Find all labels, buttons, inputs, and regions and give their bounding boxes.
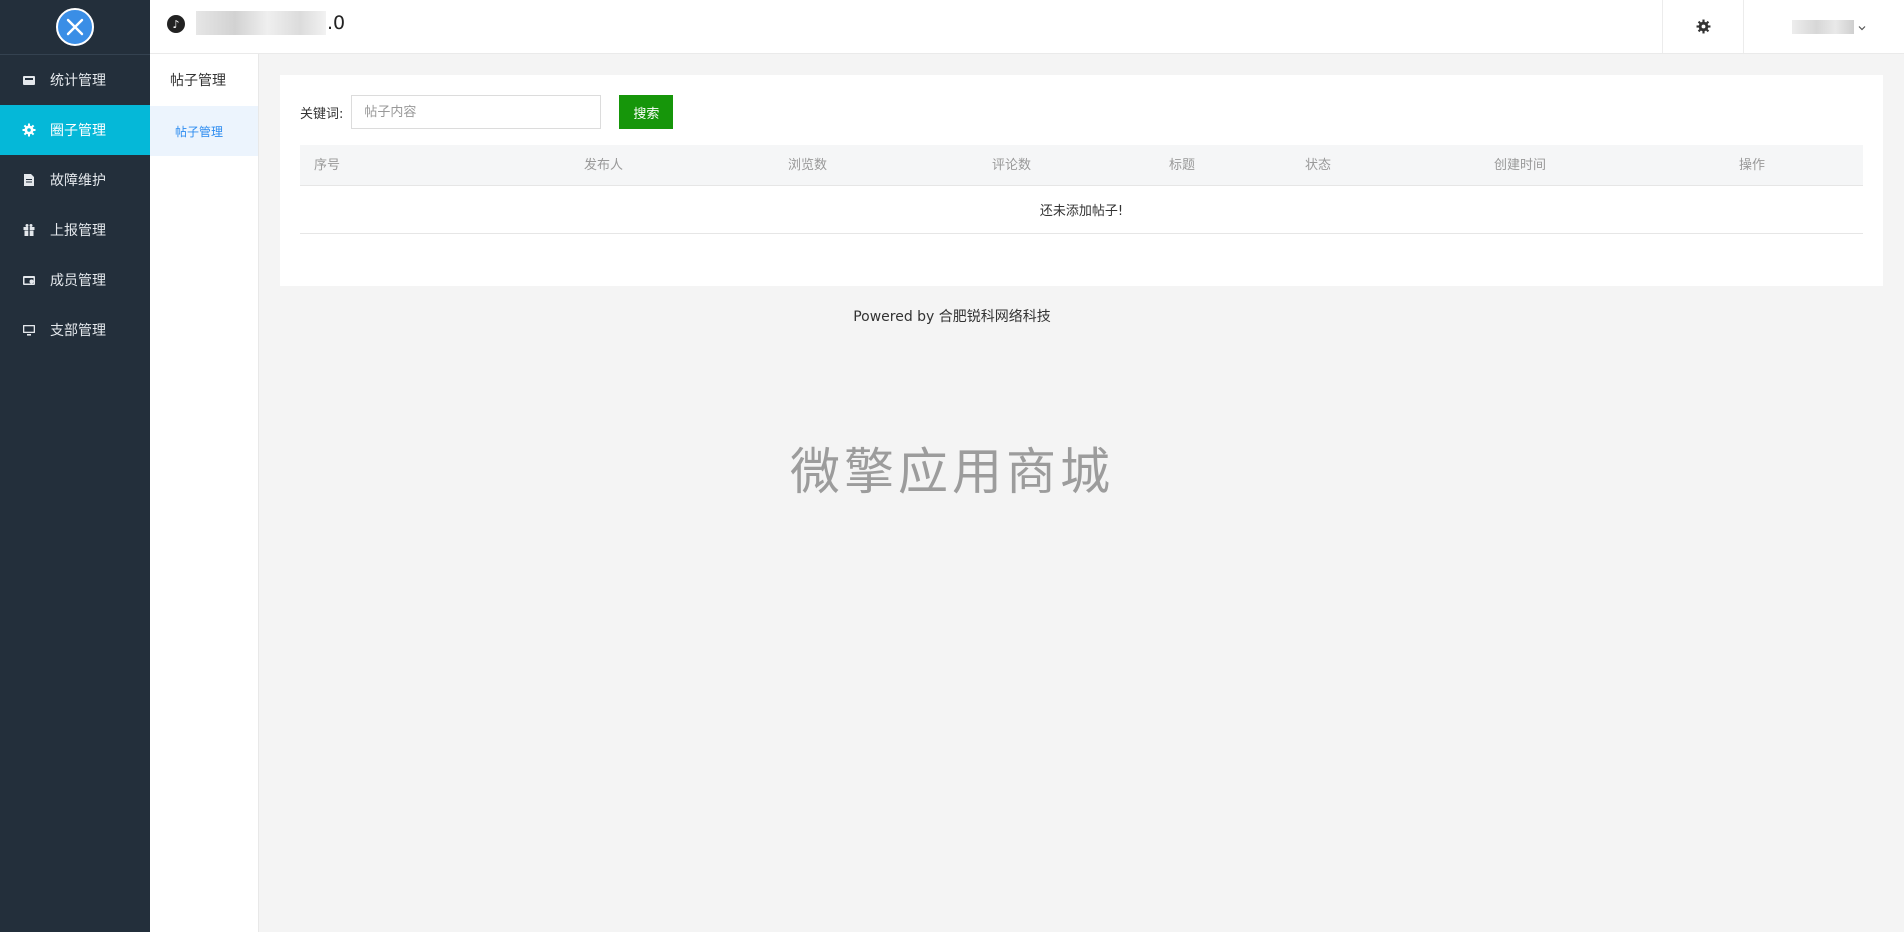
main-sidebar: 统计管理 圈子管理 故障维护 上报管理 成员管理 支部管理 bbox=[0, 0, 150, 932]
gear-icon bbox=[1696, 19, 1710, 34]
search-bar: 关键词: 搜索 bbox=[300, 95, 674, 129]
sidebar-item-circle[interactable]: 圈子管理 bbox=[0, 105, 150, 155]
redacted-title bbox=[196, 11, 326, 35]
sidebar-item-label: 圈子管理 bbox=[50, 123, 106, 139]
sidebar-item-fault[interactable]: 故障维护 bbox=[0, 155, 150, 205]
settings-button[interactable] bbox=[1662, 0, 1744, 53]
sub-sidebar-item-posts[interactable]: 帖子管理 bbox=[150, 106, 258, 156]
empty-state-text: 还未添加帖子! bbox=[1039, 204, 1124, 219]
column-header-title: 标题 bbox=[1169, 158, 1196, 173]
content-panel: 关键词: 搜索 序号 发布人 浏览数 评论数 标题 状态 创建时间 操作 还未添… bbox=[280, 75, 1883, 286]
column-header-created-time: 创建时间 bbox=[1494, 158, 1547, 173]
member-card-icon bbox=[22, 273, 36, 287]
column-header-views: 浏览数 bbox=[788, 158, 828, 173]
sidebar-item-label: 故障维护 bbox=[50, 173, 106, 189]
monitor-icon bbox=[22, 323, 36, 337]
keyword-label: 关键词: bbox=[300, 106, 344, 122]
search-button[interactable]: 搜索 bbox=[619, 95, 674, 129]
sidebar-item-label: 支部管理 bbox=[50, 323, 106, 339]
column-header-publisher: 发布人 bbox=[584, 158, 624, 173]
redacted-username bbox=[1792, 19, 1854, 34]
logo-area bbox=[0, 0, 150, 55]
sidebar-item-members[interactable]: 成员管理 bbox=[0, 255, 150, 305]
column-header-comments: 评论数 bbox=[992, 158, 1032, 173]
sidebar-item-label: 上报管理 bbox=[50, 223, 106, 239]
sidebar-item-statistics[interactable]: 统计管理 bbox=[0, 55, 150, 105]
search-input[interactable] bbox=[351, 95, 602, 129]
music-icon: ♪ bbox=[167, 15, 185, 33]
sidebar-item-branch[interactable]: 支部管理 bbox=[0, 305, 150, 355]
sub-sidebar-title: 帖子管理 bbox=[170, 73, 226, 89]
column-header-index: 序号 bbox=[314, 158, 341, 173]
top-header: ♪ .0 bbox=[150, 0, 1904, 54]
column-header-actions: 操作 bbox=[1739, 158, 1766, 173]
column-header-status: 状态 bbox=[1305, 158, 1332, 173]
posts-table: 序号 发布人 浏览数 评论数 标题 状态 创建时间 操作 还未添加帖子! bbox=[300, 145, 1863, 234]
app-title: .0 bbox=[196, 10, 345, 36]
sidebar-item-report[interactable]: 上报管理 bbox=[0, 205, 150, 255]
chevron-down-icon bbox=[1858, 20, 1866, 34]
sub-sidebar: 帖子管理 帖子管理 bbox=[150, 54, 259, 932]
sidebar-item-label: 成员管理 bbox=[50, 273, 106, 289]
gift-icon bbox=[22, 223, 36, 237]
document-icon bbox=[22, 173, 36, 187]
watermark-text: 微擎应用商城 bbox=[790, 443, 1114, 501]
powered-by-text: Powered by 合肥锐科网络科技 bbox=[853, 309, 1051, 325]
app-title-suffix: .0 bbox=[327, 12, 346, 34]
sidebar-item-label: 统计管理 bbox=[50, 73, 106, 89]
chart-icon bbox=[22, 73, 36, 87]
empty-state-row: 还未添加帖子! bbox=[300, 186, 1863, 234]
gear-icon bbox=[22, 123, 36, 137]
user-menu[interactable] bbox=[1792, 0, 1866, 53]
table-header: 序号 发布人 浏览数 评论数 标题 状态 创建时间 操作 bbox=[300, 145, 1863, 186]
logo-icon[interactable] bbox=[56, 8, 94, 46]
